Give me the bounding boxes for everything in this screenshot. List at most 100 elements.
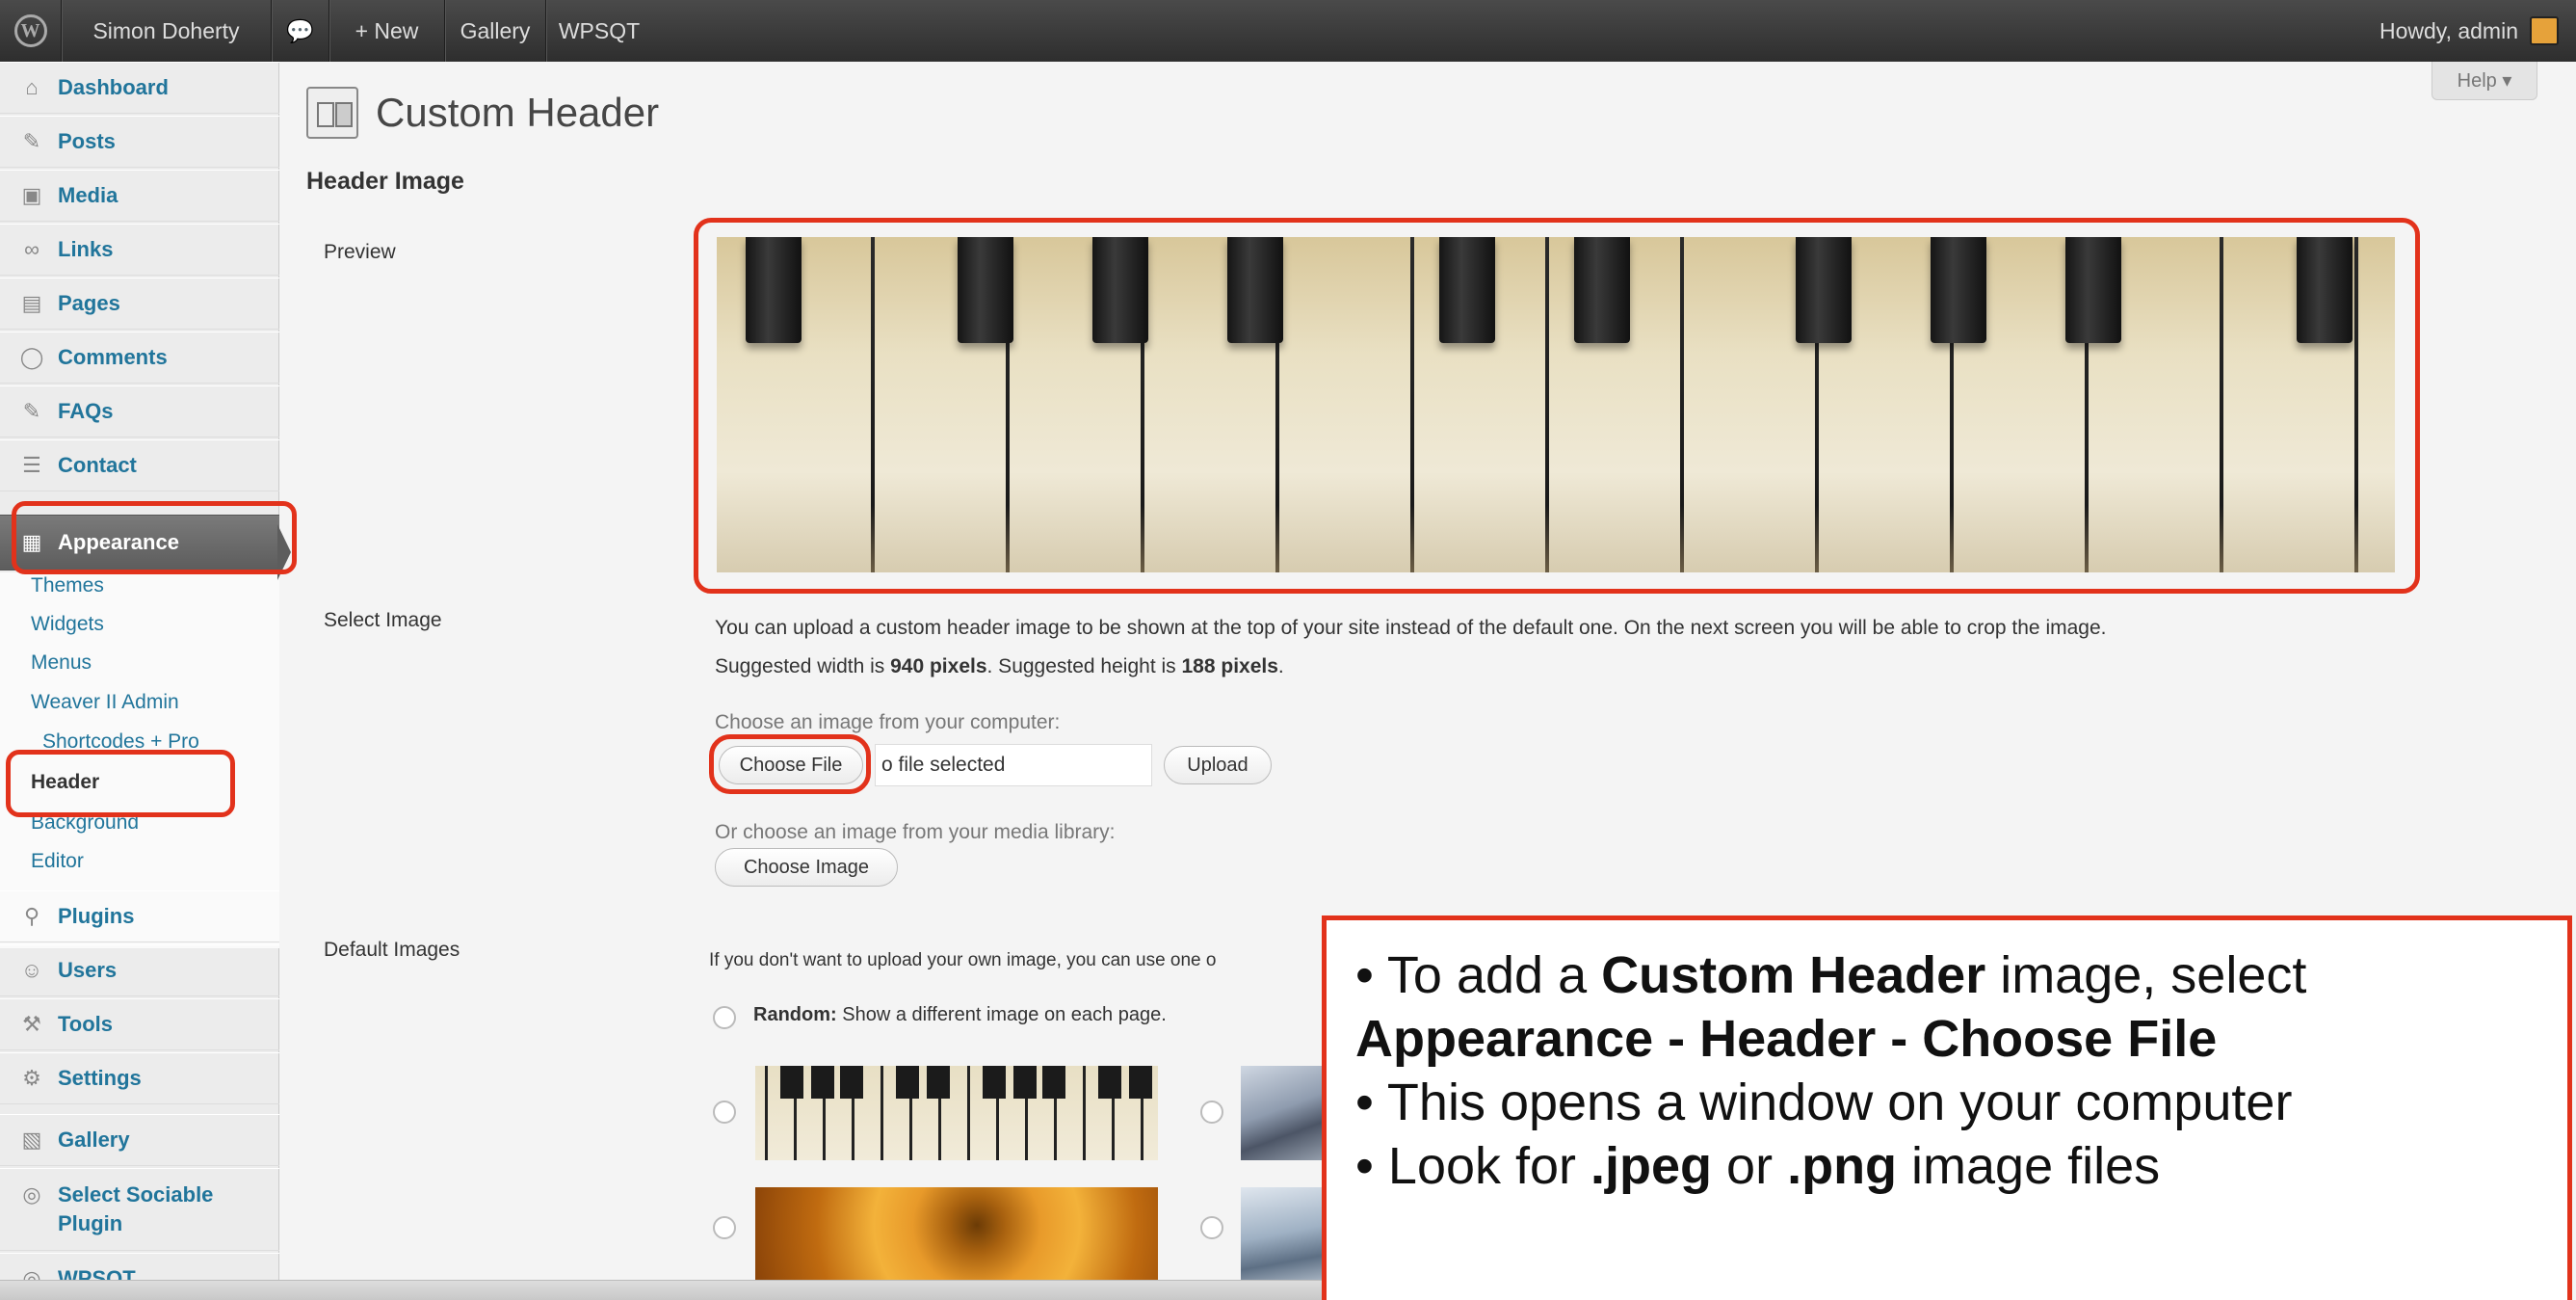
gallery-link[interactable]: Gallery — [445, 0, 546, 62]
choose-media-label: Or choose an image from your media libra… — [715, 821, 1116, 843]
submenu-weaver-admin[interactable]: Weaver II Admin — [31, 691, 179, 714]
piano-thumbnail[interactable] — [755, 1066, 1158, 1160]
callout-line-1: • To add a Custom Header image, select — [1355, 943, 2538, 1007]
users-icon: ☺ — [20, 958, 43, 982]
suggested-size: Suggested width is 940 pixels. Suggested… — [715, 655, 1284, 678]
sidebar-item-label: Media — [58, 183, 118, 207]
plugin-icon: ⚲ — [23, 904, 40, 928]
random-bold: Random: — [753, 1004, 837, 1025]
comment-icon: ◯ — [19, 345, 44, 369]
sidebar-item-label: Posts — [58, 129, 116, 153]
sidebar-item-media[interactable]: ▣ Media — [0, 170, 279, 222]
page-title: Custom Header — [376, 90, 660, 135]
sidebar-item-settings[interactable]: ⚙ Settings — [0, 1052, 279, 1104]
sidebar-item-faqs[interactable]: ✎ FAQs — [0, 385, 279, 438]
callout-line-4-mid: or — [1712, 1137, 1788, 1195]
admin-sidebar: ⌂ Dashboard ✎ Posts ▣ Media ∞ Links ▤ Pages ◯… — [0, 62, 279, 1300]
sidebar-item-comments[interactable]: ◯ Comments — [0, 332, 279, 384]
wpsqt-link[interactable]: WPSQT — [546, 0, 652, 62]
gallery-icon: ▧ — [21, 1128, 42, 1152]
wordpress-logo-icon[interactable]: W — [0, 0, 62, 62]
sidebar-item-label: Dashboard — [58, 75, 169, 99]
site-name-link[interactable]: Simon Doherty — [62, 0, 272, 62]
submenu-themes[interactable]: Themes — [31, 574, 104, 597]
sidebar-item-label-2: Plugin — [58, 1211, 123, 1235]
submenu-editor[interactable]: Editor — [31, 850, 84, 873]
sidebar-item-dashboard[interactable]: ⌂ Dashboard — [0, 62, 279, 114]
contact-icon: ☰ — [22, 453, 41, 477]
bottom-bar — [0, 1280, 1322, 1300]
callout-line-4-jpeg: .jpeg — [1590, 1137, 1713, 1195]
sidebar-item-label: Plugins — [58, 904, 135, 928]
choose-file-highlight — [709, 734, 871, 794]
suggested-width: 940 pixels — [890, 655, 987, 677]
callout-line-2-bold: Appearance - Header - Choose File — [1355, 1010, 2218, 1068]
sidebar-item-users[interactable]: ☺ Users — [0, 944, 279, 996]
upload-button[interactable]: Upload — [1164, 746, 1272, 784]
random-radio[interactable] — [713, 1006, 736, 1029]
sidebar-item-label: Links — [58, 237, 114, 261]
random-text: Show a different image on each page. — [836, 1004, 1167, 1025]
settings-icon: ⚙ — [22, 1066, 41, 1090]
header-highlight — [6, 750, 235, 817]
default-images-label: Default Images — [324, 939, 460, 961]
sidebar-item-posts[interactable]: ✎ Posts — [0, 116, 279, 168]
random-option-label: Random: Show a different image on each p… — [753, 1004, 1167, 1026]
suggested-mid: . Suggested height is — [986, 655, 1182, 677]
callout-line-1-post: image, select — [1985, 946, 2307, 1004]
sociable-icon: ◎ — [22, 1182, 41, 1207]
sidebar-item-label: Comments — [58, 345, 168, 369]
sidebar-item-gallery[interactable]: ▧ Gallery — [0, 1114, 279, 1166]
tools-icon: ⚒ — [22, 1012, 41, 1036]
link-icon: ∞ — [24, 237, 39, 261]
callout-line-3: • This opens a window on your computer — [1355, 1074, 2293, 1131]
avatar — [2530, 16, 2559, 45]
help-tab[interactable]: Help ▾ — [2431, 62, 2537, 100]
comments-icon[interactable]: 💬 — [272, 0, 329, 62]
pin-icon: ✎ — [22, 399, 41, 423]
media-icon: ▣ — [21, 183, 42, 207]
new-content-link[interactable]: + New — [329, 0, 445, 62]
choose-computer-label: Choose an image from your computer: — [715, 711, 1061, 733]
mountain-image-radio[interactable] — [1200, 1101, 1223, 1124]
default-images-text: If you don't want to upload your own ima… — [709, 950, 1217, 970]
preview-highlight — [694, 218, 2420, 594]
appearance-page-icon — [306, 87, 358, 139]
submenu-menus[interactable]: Menus — [31, 651, 92, 675]
appearance-highlight — [12, 501, 297, 574]
sidebar-item-label: Tools — [58, 1012, 114, 1036]
sidebar-item-links[interactable]: ∞ Links — [0, 224, 279, 276]
admin-bar: W Simon Doherty 💬 + New Gallery WPSQT Ho… — [0, 0, 2576, 62]
file-status: o file selected — [875, 744, 1152, 786]
sidebar-item-label: Gallery — [58, 1128, 130, 1152]
sidebar-item-label: Users — [58, 958, 118, 982]
sidebar-item-contact[interactable]: ☰ Contact — [0, 439, 279, 491]
select-image-label: Select Image — [324, 609, 442, 631]
piano-image-radio[interactable] — [713, 1101, 736, 1124]
account-menu[interactable]: Howdy, admin — [2379, 0, 2559, 62]
page-header: Custom Header — [306, 87, 659, 139]
callout-line-1-pre: • To add a — [1355, 946, 1602, 1004]
callout-line-2: Appearance - Header - Choose File — [1355, 1007, 2538, 1071]
section-title: Header Image — [306, 168, 464, 195]
flower-image-radio[interactable] — [713, 1216, 736, 1239]
suggested-suffix: . — [1277, 655, 1284, 677]
instruction-callout: • To add a Custom Header image, select A… — [1322, 915, 2572, 1300]
suggested-prefix: Suggested width is — [715, 655, 891, 677]
flower-thumbnail[interactable] — [755, 1187, 1158, 1282]
sidebar-item-label: FAQs — [58, 399, 114, 423]
sidebar-item-pages[interactable]: ▤ Pages — [0, 278, 279, 330]
callout-line-4-pre: • Look for — [1355, 1137, 1591, 1195]
sidebar-item-label: Pages — [58, 291, 120, 315]
submenu-widgets[interactable]: Widgets — [31, 613, 104, 636]
callout-line-4: • Look for .jpeg or .png image files — [1355, 1134, 2538, 1198]
callout-line-4-post: image files — [1897, 1137, 2161, 1195]
sidebar-item-tools[interactable]: ⚒ Tools — [0, 998, 279, 1050]
callout-line-4-png: .png — [1787, 1137, 1898, 1195]
sidebar-item-select-sociable[interactable]: ◎ Select Sociable Plugin — [0, 1168, 279, 1251]
sea-image-radio[interactable] — [1200, 1216, 1223, 1239]
callout-line-1-bold: Custom Header — [1601, 946, 1986, 1004]
sidebar-item-plugins[interactable]: ⚲ Plugins — [0, 890, 279, 942]
choose-image-button[interactable]: Choose Image — [715, 848, 898, 887]
suggested-height: 188 pixels — [1181, 655, 1278, 677]
